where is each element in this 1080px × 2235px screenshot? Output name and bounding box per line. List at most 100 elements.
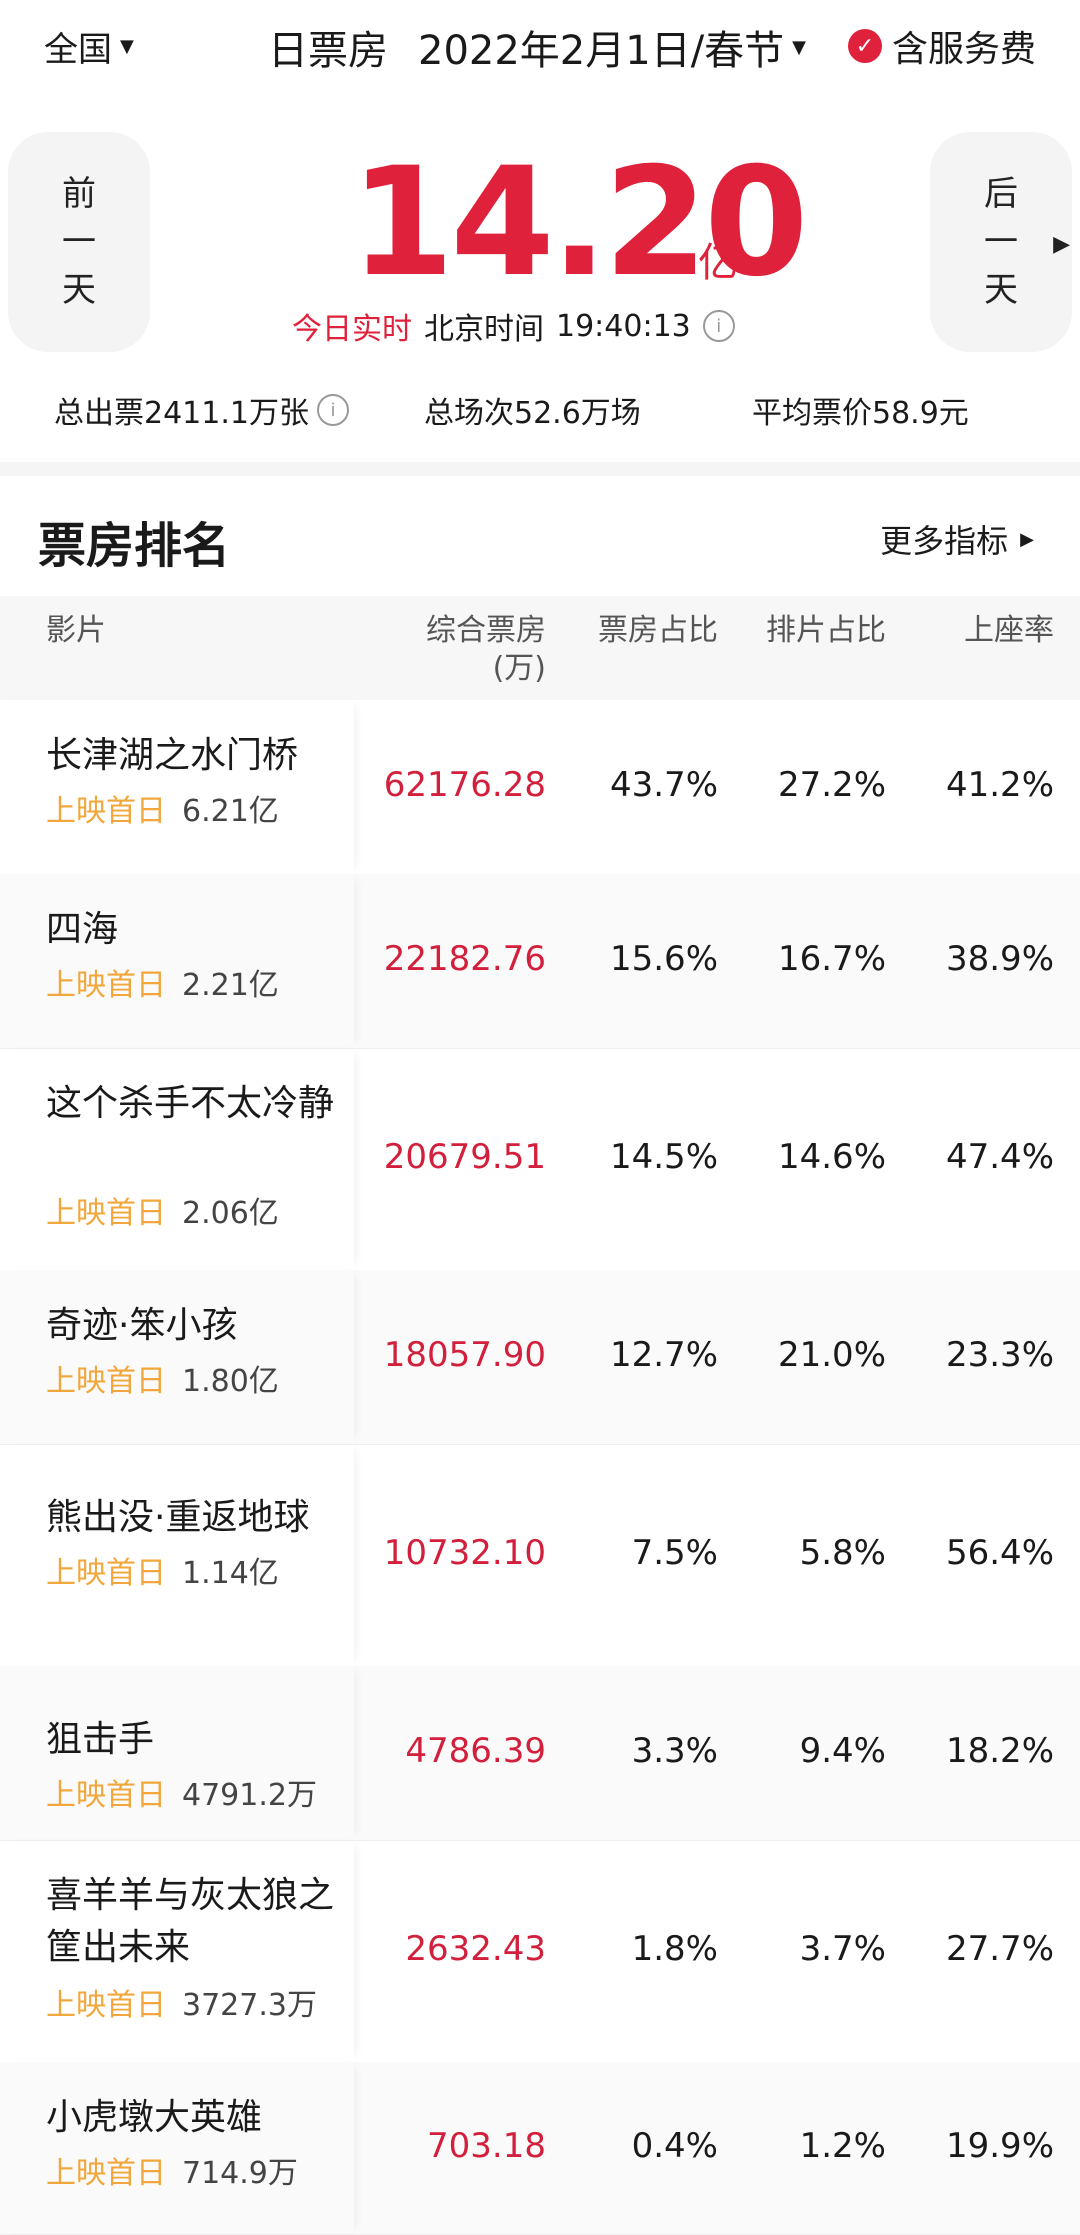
- screen-share-value: 9.4%: [799, 1731, 886, 1771]
- box-office-value: 10732.10: [383, 1533, 546, 1573]
- first-day-box: 上映首日 714.9万: [46, 2148, 298, 2192]
- screen-share-value: 16.7%: [777, 939, 886, 979]
- box-office-value: 20679.51: [383, 1137, 546, 1177]
- film-title[interactable]: 喜羊羊与灰太狼之筐出未来: [46, 1870, 346, 1974]
- occupancy-value: 38.9%: [945, 939, 1054, 979]
- box-share-value: 7.5%: [631, 1533, 718, 1573]
- next-day-label-2: 一: [984, 222, 1018, 262]
- film-title[interactable]: 狙击手: [46, 1714, 346, 1766]
- table-row[interactable]: 这个杀手不太冷静 上映首日 2.06亿 20679.51 14.5% 14.6% 47.4%: [0, 1048, 1080, 1271]
- timezone-label: 北京时间: [424, 312, 544, 347]
- section-title: 票房排名: [38, 518, 231, 574]
- col-occupancy[interactable]: 上座率: [964, 612, 1054, 650]
- film-title[interactable]: 奇迹·笨小孩: [46, 1300, 346, 1352]
- screen-share-value: 3.7%: [799, 1929, 886, 1969]
- date-selector[interactable]: 2022年2月1日/春节 ▼: [418, 18, 806, 76]
- first-day-label: 上映首日: [46, 794, 166, 829]
- box-office-value: 22182.76: [383, 939, 546, 979]
- col-film[interactable]: 影片: [46, 612, 106, 650]
- box-share-value: 14.5%: [609, 1137, 718, 1177]
- first-day-box: 上映首日 6.21亿: [46, 786, 279, 830]
- first-day-label: 上映首日: [46, 1364, 166, 1399]
- table-row[interactable]: 奇迹·笨小孩 上映首日 1.80亿 18057.90 12.7% 21.0% 23.3%: [0, 1270, 1080, 1445]
- box-share-value: 0.4%: [631, 2126, 718, 2166]
- total-unit: 亿: [698, 240, 738, 286]
- stat-avg-price: 平均票价58.9元: [752, 388, 969, 432]
- first-day-label: 上映首日: [46, 1778, 166, 1813]
- table-row[interactable]: 熊出没·重返地球 上映首日 1.14亿 10732.10 7.5% 5.8% 56.4%: [0, 1444, 1080, 1667]
- next-day-button[interactable]: 后 一 天: [930, 132, 1072, 352]
- table-row[interactable]: 长津湖之水门桥 上映首日 6.21亿 62176.28 43.7% 27.2% 41.2%: [0, 700, 1080, 875]
- col-box-label: 综合票房: [426, 613, 546, 648]
- first-day-value: 1.80亿: [182, 1364, 279, 1399]
- summary-stats: 总出票2411.1万张 i 总场次52.6万场 平均票价58.9元: [0, 388, 1080, 448]
- box-share-value: 3.3%: [631, 1731, 718, 1771]
- film-title[interactable]: 这个杀手不太冷静: [46, 1078, 346, 1130]
- screen-share-value: 5.8%: [799, 1533, 886, 1573]
- occupancy-value: 18.2%: [945, 1731, 1054, 1771]
- first-day-value: 3727.3万: [182, 1988, 317, 2023]
- table-row[interactable]: 狙击手上映首日 4791.2万 4786.39 3.3% 9.4% 18.2%: [0, 1666, 1080, 1841]
- top-bar: 全国 ▼ 日票房 2022年2月1日/春节 ▼ ✓ 含服务费: [0, 0, 1080, 92]
- info-icon[interactable]: i: [702, 310, 735, 342]
- service-fee-toggle[interactable]: ✓ 含服务费: [848, 20, 1036, 72]
- triangle-right-icon: ▶: [1053, 232, 1070, 257]
- region-selector[interactable]: 全国 ▼: [44, 22, 134, 71]
- screen-share-value: 27.2%: [777, 765, 886, 805]
- table-row[interactable]: 小虎墩大英雄 上映首日 714.9万 703.18 0.4% 1.2% 19.9%: [0, 2062, 1080, 2235]
- stat-screenings: 总场次52.6万场: [424, 388, 641, 432]
- service-fee-label: 含服务费: [892, 29, 1037, 70]
- first-day-box: 上映首日 3727.3万: [46, 1980, 317, 2024]
- first-day-value: 2.21亿: [182, 968, 279, 1003]
- table-row[interactable]: 喜羊羊与灰太狼之筐出未来 上映首日 3727.3万 2632.43 1.8% 3.7% 27…: [0, 1840, 1080, 2063]
- first-day-value: 1.14亿: [182, 1556, 279, 1591]
- first-day-box: 上映首日 1.14亿: [46, 1548, 279, 1592]
- stat-tickets: 总出票2411.1万张 i: [54, 388, 349, 432]
- realtime-label: 今日实时: [292, 312, 412, 347]
- box-office-value: 703.18: [427, 2126, 546, 2166]
- first-day-box: 上映首日 2.21亿: [46, 960, 279, 1004]
- film-title[interactable]: 熊出没·重返地球: [46, 1492, 346, 1544]
- box-share-value: 12.7%: [609, 1335, 718, 1375]
- screen-share-value: 14.6%: [777, 1137, 886, 1177]
- box-share-value: 43.7%: [609, 765, 718, 805]
- prev-day-label-2: 一: [62, 222, 96, 262]
- prev-day-label-3: 天: [62, 270, 96, 310]
- col-box-share[interactable]: 票房占比: [598, 612, 718, 650]
- box-office-value: 62176.28: [383, 765, 546, 805]
- box-office-value: 2632.43: [405, 1929, 546, 1969]
- first-day-value: 4791.2万: [182, 1778, 317, 1813]
- first-day-label: 上映首日: [46, 2156, 166, 2191]
- table-row[interactable]: 四海上映首日 2.21亿 22182.76 15.6% 16.7% 38.9%: [0, 874, 1080, 1049]
- prev-day-button[interactable]: 前 一 天: [8, 132, 150, 352]
- box-share-value: 15.6%: [609, 939, 718, 979]
- page-label: 日票房: [268, 28, 388, 74]
- film-title[interactable]: 小虎墩大英雄: [46, 2092, 346, 2144]
- first-day-label: 上映首日: [46, 968, 166, 1003]
- film-title[interactable]: 四海: [46, 904, 346, 956]
- screen-share-value: 21.0%: [777, 1335, 886, 1375]
- film-title[interactable]: 长津湖之水门桥: [46, 730, 346, 782]
- triangle-right-icon: ▶: [1020, 528, 1034, 550]
- box-office-value: 4786.39: [405, 1731, 546, 1771]
- first-day-value: 6.21亿: [182, 794, 279, 829]
- next-day-label-3: 天: [984, 270, 1018, 310]
- first-day-label: 上映首日: [46, 1196, 166, 1231]
- screenings-text: 总场次52.6万场: [424, 396, 641, 431]
- daily-total-panel: ◀ 前 一 天 14.20 亿 今日实时 北京时间 19:40:13 i 后 一…: [0, 92, 1080, 362]
- first-day-box: 上映首日 1.80亿: [46, 1356, 279, 1400]
- tickets-text: 总出票2411.1万张: [54, 396, 309, 431]
- occupancy-value: 19.9%: [945, 2126, 1054, 2166]
- col-screen-share[interactable]: 排片占比: [766, 612, 886, 650]
- col-box[interactable]: 综合票房 (万): [426, 612, 546, 688]
- region-label: 全国: [44, 30, 112, 70]
- avg-price-text: 平均票价58.9元: [752, 396, 969, 431]
- occupancy-value: 56.4%: [945, 1533, 1054, 1573]
- occupancy-value: 27.7%: [945, 1929, 1054, 1969]
- info-icon[interactable]: i: [316, 394, 349, 426]
- date-label: 2022年2月1日/春节: [418, 28, 785, 74]
- caret-down-icon: ▼: [792, 36, 807, 58]
- realtime-line: 今日实时 北京时间 19:40:13 i: [292, 304, 735, 348]
- more-metrics-button[interactable]: 更多指标 ▶: [880, 516, 1034, 562]
- col-box-unit: (万): [492, 651, 546, 686]
